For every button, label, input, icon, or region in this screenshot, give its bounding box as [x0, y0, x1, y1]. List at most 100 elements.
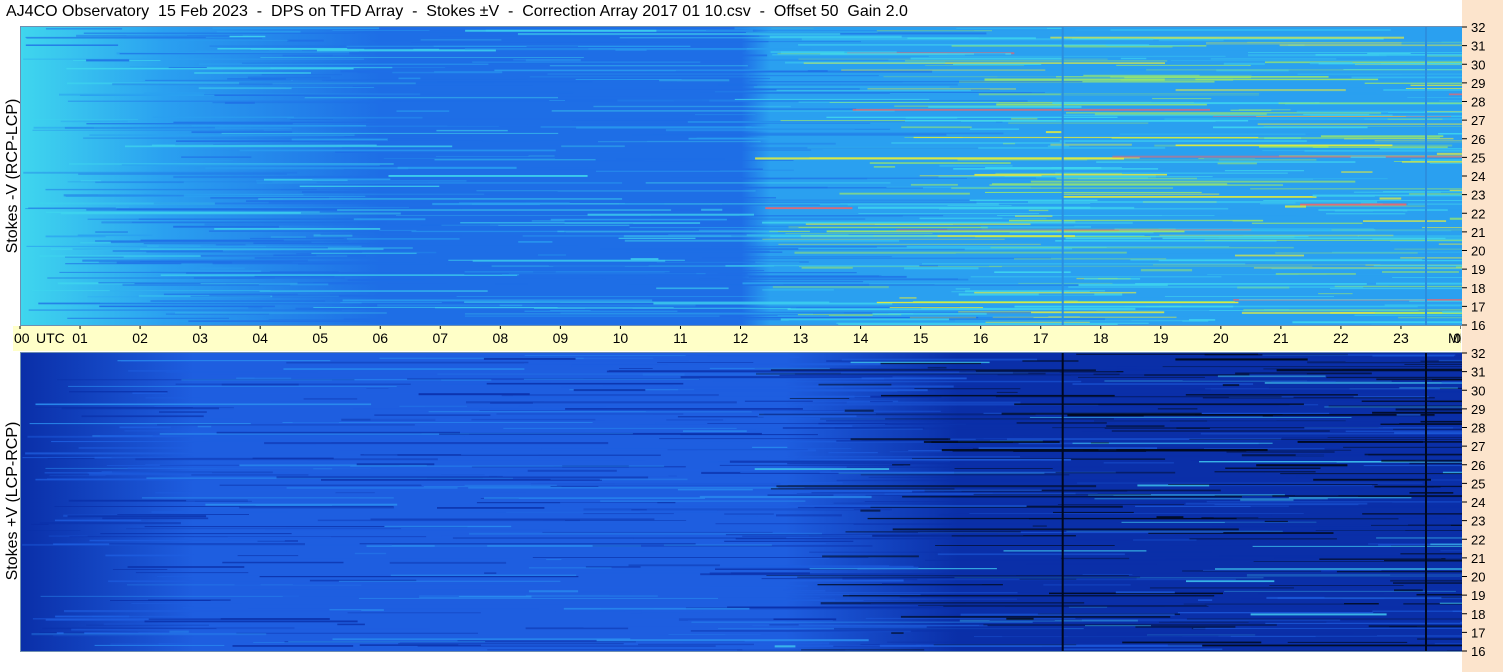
- spectrogram-streak: [818, 383, 892, 386]
- spectrogram-streak: [996, 391, 1018, 393]
- spectrogram-streak: [1195, 78, 1379, 81]
- spectrogram-streak: [282, 54, 333, 57]
- spectrogram-streak: [1442, 471, 1462, 474]
- spectrogram-streak: [1191, 422, 1361, 424]
- spectrogram-streak: [379, 229, 417, 231]
- spectrogram-streak: [1257, 123, 1462, 125]
- spectrogram-streak: [1393, 428, 1462, 430]
- utc-tick-label: 02: [132, 330, 148, 346]
- spectrogram-streak: [354, 523, 397, 524]
- spectrogram-streak: [776, 485, 1097, 488]
- spectrogram-streak: [1157, 408, 1198, 410]
- spectrogram-streak: [680, 434, 818, 436]
- spectrogram-streak: [1336, 570, 1462, 573]
- spectrogram-streak: [89, 134, 355, 136]
- frequency-axis-svg: 32 31 30 29 28 27 26 25 24 23 22 21 20 19 18 17 16 32 31 30…: [1462, 20, 1485, 659]
- spectrogram-streak: [1267, 529, 1406, 531]
- spectrogram-streak: [550, 218, 727, 221]
- spectrogram-streak: [599, 478, 688, 481]
- spectrogram-streak: [381, 234, 462, 237]
- spectrogram-streak: [1322, 499, 1460, 501]
- spectrogram-streak: [1147, 42, 1462, 45]
- spectrogram-streak: [1439, 602, 1462, 604]
- spectrogram-streak: [834, 628, 1062, 630]
- spectrogram-streak: [144, 620, 358, 623]
- spectrogram-streak: [316, 181, 428, 183]
- spectrogram-streak: [1106, 425, 1165, 427]
- spectrogram-streak: [1263, 200, 1462, 201]
- freq-tick-label: 29: [1471, 76, 1485, 91]
- spectrogram-streak: [286, 487, 458, 489]
- spectrogram-streak: [1405, 88, 1462, 89]
- spectrogram-streak: [861, 377, 967, 380]
- spectrogram-streak: [1272, 415, 1462, 417]
- spectrogram-streak: [1440, 233, 1462, 235]
- spectrogram-streak: [1044, 129, 1344, 132]
- spectrogram-streak: [1409, 193, 1462, 195]
- spectrogram-streak: [749, 75, 879, 77]
- spectrogram-streak: [80, 180, 102, 182]
- spectrogram-streak: [1439, 100, 1462, 102]
- spectrogram-streak: [432, 202, 540, 206]
- spectrogram-streak: [1132, 297, 1462, 299]
- spectrogram-streak: [596, 609, 625, 612]
- spectrogram-streak: [210, 197, 329, 199]
- spectrogram-streak: [994, 271, 1071, 273]
- spectrogram-panel-stokes-minus-v: [20, 26, 1463, 326]
- spectrogram-streak: [435, 156, 530, 157]
- utc-tick-label: 08: [493, 330, 509, 346]
- spectrogram-streak: [144, 92, 205, 94]
- spectrogram-streak: [631, 92, 650, 94]
- spectrogram-streak: [531, 220, 565, 222]
- spectrogram-streak: [1438, 133, 1462, 135]
- spectrogram-streak: [388, 175, 588, 177]
- spectrogram-streak: [508, 534, 873, 537]
- spectrogram-streak: [900, 615, 1171, 618]
- freq-tick-label: 19: [1471, 588, 1485, 603]
- utc-unit-label: UTC: [36, 330, 65, 346]
- spectrogram-streak: [769, 35, 902, 38]
- spectrogram-streak: [1056, 177, 1197, 180]
- spectrogram-streak: [86, 123, 293, 125]
- spectrogram-streak: [188, 320, 540, 322]
- spectrogram-streak: [1364, 475, 1462, 476]
- spectrogram-streak: [1143, 415, 1263, 418]
- spectrogram-streak: [1264, 382, 1462, 384]
- spectrogram-streak: [1278, 102, 1462, 105]
- spectrogram-streak: [1201, 153, 1301, 155]
- spectrogram-streak: [148, 599, 231, 601]
- spectrogram-streak: [387, 139, 444, 140]
- spectrogram-streak: [798, 247, 1073, 250]
- spectrogram-streak: [406, 85, 534, 86]
- spectrogram-streak: [205, 167, 409, 170]
- spectrogram-streak: [98, 194, 304, 196]
- spectrogram-streak: [701, 208, 723, 211]
- spectrogram-streak: [135, 458, 438, 461]
- spectrogram-streak: [1204, 239, 1462, 241]
- spectrogram-streak: [1175, 89, 1346, 92]
- spectrogram-streak: [382, 99, 710, 102]
- spectrogram-streak: [904, 267, 979, 270]
- spectrogram-streak: [440, 160, 694, 163]
- spectrogram-streak: [377, 226, 429, 227]
- spectrogram-streak: [881, 394, 1115, 397]
- spectrogram-streak: [1217, 162, 1257, 165]
- vertical-interference-line: [1425, 353, 1427, 651]
- spectrogram-streak: [1047, 145, 1070, 147]
- spectrogram-streak: [250, 237, 344, 239]
- spectrogram-streak: [955, 253, 1276, 254]
- spectrogram-streak: [129, 66, 208, 68]
- spectrogram-streak: [468, 559, 777, 561]
- spectrogram-streak: [205, 503, 398, 506]
- spectrogram-streak: [292, 583, 545, 585]
- spectrogram-streak: [77, 234, 153, 237]
- spectrogram-streak: [968, 375, 1065, 377]
- spectrogram-streak: [1168, 484, 1378, 485]
- spectrogram-streak: [396, 215, 740, 216]
- spectrogram-streak: [78, 173, 287, 175]
- spectrogram-streak: [397, 166, 517, 169]
- spectrogram-streak: [989, 184, 1283, 186]
- spectrogram-streak: [120, 361, 304, 362]
- spectrogram-streak: [155, 491, 323, 494]
- spectrogram-streak: [426, 356, 619, 358]
